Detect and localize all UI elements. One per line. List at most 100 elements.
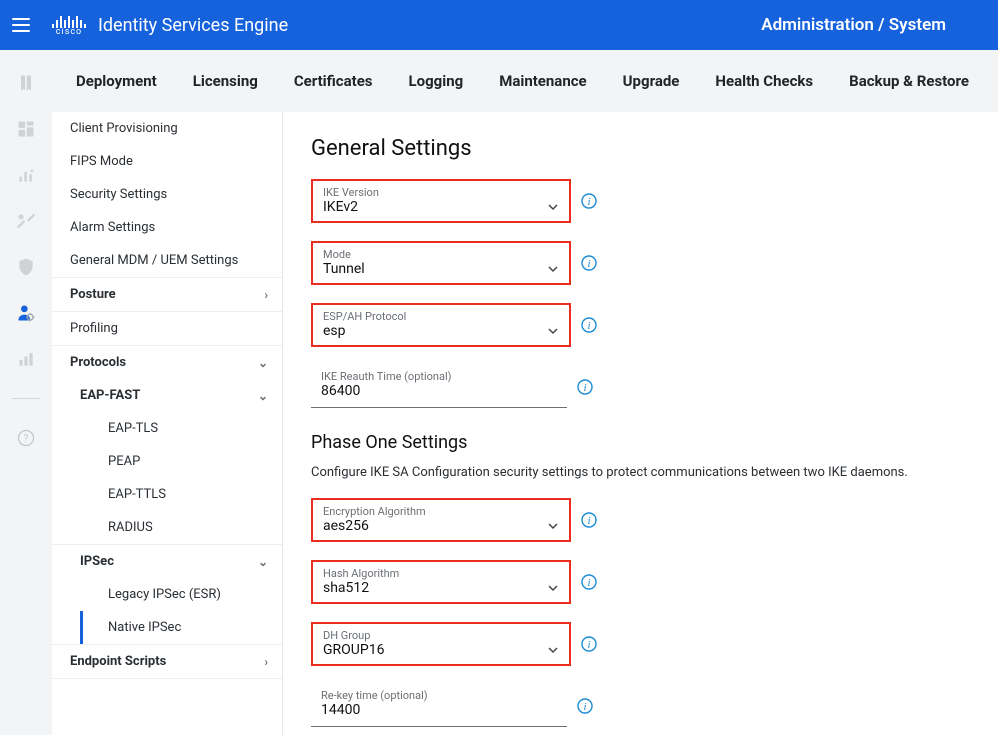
tab-logging[interactable]: Logging bbox=[409, 72, 464, 90]
svg-text:i: i bbox=[587, 258, 590, 270]
chevron-down-icon: ⌄ bbox=[258, 389, 268, 403]
field-label: IKE Version bbox=[313, 181, 569, 199]
help-icon[interactable]: ? bbox=[15, 427, 37, 449]
sn-alarm-settings[interactable]: Alarm Settings bbox=[52, 211, 282, 244]
top-banner-left: cisco Identity Services Engine bbox=[8, 11, 288, 39]
chevron-down-icon bbox=[547, 201, 559, 213]
vendor-label: cisco bbox=[56, 28, 82, 37]
side-nav: Client Provisioning FIPS Mode Security S… bbox=[52, 112, 283, 735]
sn-radius[interactable]: RADIUS bbox=[80, 511, 282, 544]
field-hash-row: Hash Algorithm sha512 i bbox=[311, 560, 970, 604]
tab-upgrade[interactable]: Upgrade bbox=[623, 72, 680, 90]
field-espah-row: ESP/AH Protocol esp i bbox=[311, 303, 970, 347]
sn-eap-ttls[interactable]: EAP-TTLS bbox=[80, 478, 282, 511]
field-label: ESP/AH Protocol bbox=[313, 305, 569, 323]
workcenter-icon[interactable] bbox=[15, 348, 37, 370]
field-enc[interactable]: Encryption Algorithm aes256 bbox=[311, 498, 571, 542]
sn-endpoint-scripts-label: Endpoint Scripts bbox=[70, 654, 166, 669]
sn-peap[interactable]: PEAP bbox=[80, 445, 282, 478]
breadcrumb: Administration / System bbox=[761, 15, 986, 35]
tab-maintenance[interactable]: Maintenance bbox=[499, 72, 586, 90]
sn-profiling[interactable]: Profiling bbox=[52, 312, 282, 345]
tab-licensing[interactable]: Licensing bbox=[193, 72, 258, 90]
chevron-down-icon bbox=[547, 644, 559, 656]
sn-posture-label: Posture bbox=[70, 287, 116, 302]
sn-eap-tls[interactable]: EAP-TLS bbox=[80, 412, 282, 445]
field-mode-row: Mode Tunnel i bbox=[311, 241, 970, 285]
field-label: Hash Algorithm bbox=[313, 562, 569, 580]
field-value: 86400 bbox=[321, 383, 360, 399]
tab-certificates[interactable]: Certificates bbox=[294, 72, 373, 90]
chevron-down-icon: ⌄ bbox=[258, 356, 268, 370]
field-value: sha512 bbox=[323, 580, 369, 596]
tools-icon[interactable] bbox=[15, 210, 37, 232]
tab-backup-restore[interactable]: Backup & Restore bbox=[849, 72, 969, 90]
field-ike-reauth-row: IKE Reauth Time (optional) 86400 i bbox=[311, 365, 970, 408]
tab-healthchecks[interactable]: Health Checks bbox=[715, 72, 813, 90]
chevron-down-icon: ⌄ bbox=[258, 555, 268, 569]
info-icon[interactable]: i bbox=[581, 574, 597, 590]
field-value: Tunnel bbox=[323, 261, 365, 277]
two-column-body: Client Provisioning FIPS Mode Security S… bbox=[52, 112, 998, 735]
field-mode[interactable]: Mode Tunnel bbox=[311, 241, 571, 285]
admin-icon[interactable] bbox=[15, 302, 37, 324]
sn-fips-mode[interactable]: FIPS Mode bbox=[52, 145, 282, 178]
chevron-down-icon bbox=[547, 325, 559, 337]
field-dh[interactable]: DH Group GROUP16 bbox=[311, 622, 571, 666]
policy-icon[interactable] bbox=[15, 256, 37, 278]
sn-mdm-uem[interactable]: General MDM / UEM Settings bbox=[52, 244, 282, 277]
field-label: Mode bbox=[313, 243, 569, 261]
info-icon[interactable]: i bbox=[581, 636, 597, 652]
field-label: Re-key time (optional) bbox=[311, 684, 567, 702]
top-banner: cisco Identity Services Engine Administr… bbox=[0, 0, 998, 50]
svg-text:i: i bbox=[587, 577, 590, 589]
workspace: Deployment Licensing Certificates Loggin… bbox=[52, 50, 998, 735]
field-ike-version[interactable]: IKE Version IKEv2 bbox=[311, 179, 571, 223]
visibility-icon[interactable] bbox=[15, 164, 37, 186]
field-hash[interactable]: Hash Algorithm sha512 bbox=[311, 560, 571, 604]
chevron-down-icon bbox=[547, 520, 559, 532]
dashboard-icon[interactable] bbox=[15, 118, 37, 140]
field-label: IKE Reauth Time (optional) bbox=[311, 365, 567, 383]
field-value: GROUP16 bbox=[323, 642, 384, 658]
sn-legacy-ipsec[interactable]: Legacy IPSec (ESR) bbox=[80, 578, 282, 611]
tab-deployment[interactable]: Deployment bbox=[76, 72, 157, 90]
field-espah[interactable]: ESP/AH Protocol esp bbox=[311, 303, 571, 347]
content-pane: General Settings IKE Version IKEv2 i Mod… bbox=[283, 112, 998, 735]
info-icon[interactable]: i bbox=[581, 255, 597, 271]
tab-strip: Deployment Licensing Certificates Loggin… bbox=[52, 50, 998, 112]
field-ike-reauth[interactable]: IKE Reauth Time (optional) 86400 bbox=[311, 365, 567, 408]
sn-protocols[interactable]: Protocols ⌄ bbox=[52, 346, 282, 379]
field-ike-version-row: IKE Version IKEv2 i bbox=[311, 179, 970, 223]
svg-text:i: i bbox=[583, 382, 586, 394]
field-value: 14400 bbox=[321, 702, 360, 718]
field-value: IKEv2 bbox=[323, 199, 358, 215]
sn-endpoint-scripts[interactable]: Endpoint Scripts › bbox=[52, 645, 282, 678]
sn-security-settings[interactable]: Security Settings bbox=[52, 178, 282, 211]
svg-text:i: i bbox=[583, 701, 586, 713]
svg-text:i: i bbox=[587, 639, 590, 651]
svg-text:i: i bbox=[587, 320, 590, 332]
svg-text:i: i bbox=[587, 196, 590, 208]
chevron-down-icon bbox=[547, 263, 559, 275]
sn-eap-fast[interactable]: EAP-FAST ⌄ bbox=[66, 379, 282, 412]
field-rekey[interactable]: Re-key time (optional) 14400 bbox=[311, 684, 567, 727]
general-settings-title: General Settings bbox=[311, 136, 970, 161]
sn-client-provisioning[interactable]: Client Provisioning bbox=[52, 112, 282, 145]
sn-posture[interactable]: Posture › bbox=[52, 278, 282, 311]
sn-eap-fast-label: EAP-FAST bbox=[80, 388, 140, 403]
cisco-logo: cisco bbox=[52, 14, 86, 37]
info-icon[interactable]: i bbox=[581, 317, 597, 333]
sn-protocols-label: Protocols bbox=[70, 355, 126, 370]
info-icon[interactable]: i bbox=[581, 193, 597, 209]
sn-native-ipsec[interactable]: Native IPSec bbox=[80, 611, 282, 644]
product-title: Identity Services Engine bbox=[98, 15, 288, 36]
menu-icon[interactable] bbox=[8, 11, 40, 39]
icon-rail: ? bbox=[0, 50, 52, 735]
info-icon[interactable]: i bbox=[577, 379, 593, 395]
sn-ipsec[interactable]: IPSec ⌄ bbox=[66, 545, 282, 578]
info-icon[interactable]: i bbox=[577, 698, 593, 714]
field-value: aes256 bbox=[323, 518, 369, 534]
bookmark-icon[interactable] bbox=[15, 72, 37, 94]
info-ic[interactable]: i bbox=[581, 512, 597, 528]
